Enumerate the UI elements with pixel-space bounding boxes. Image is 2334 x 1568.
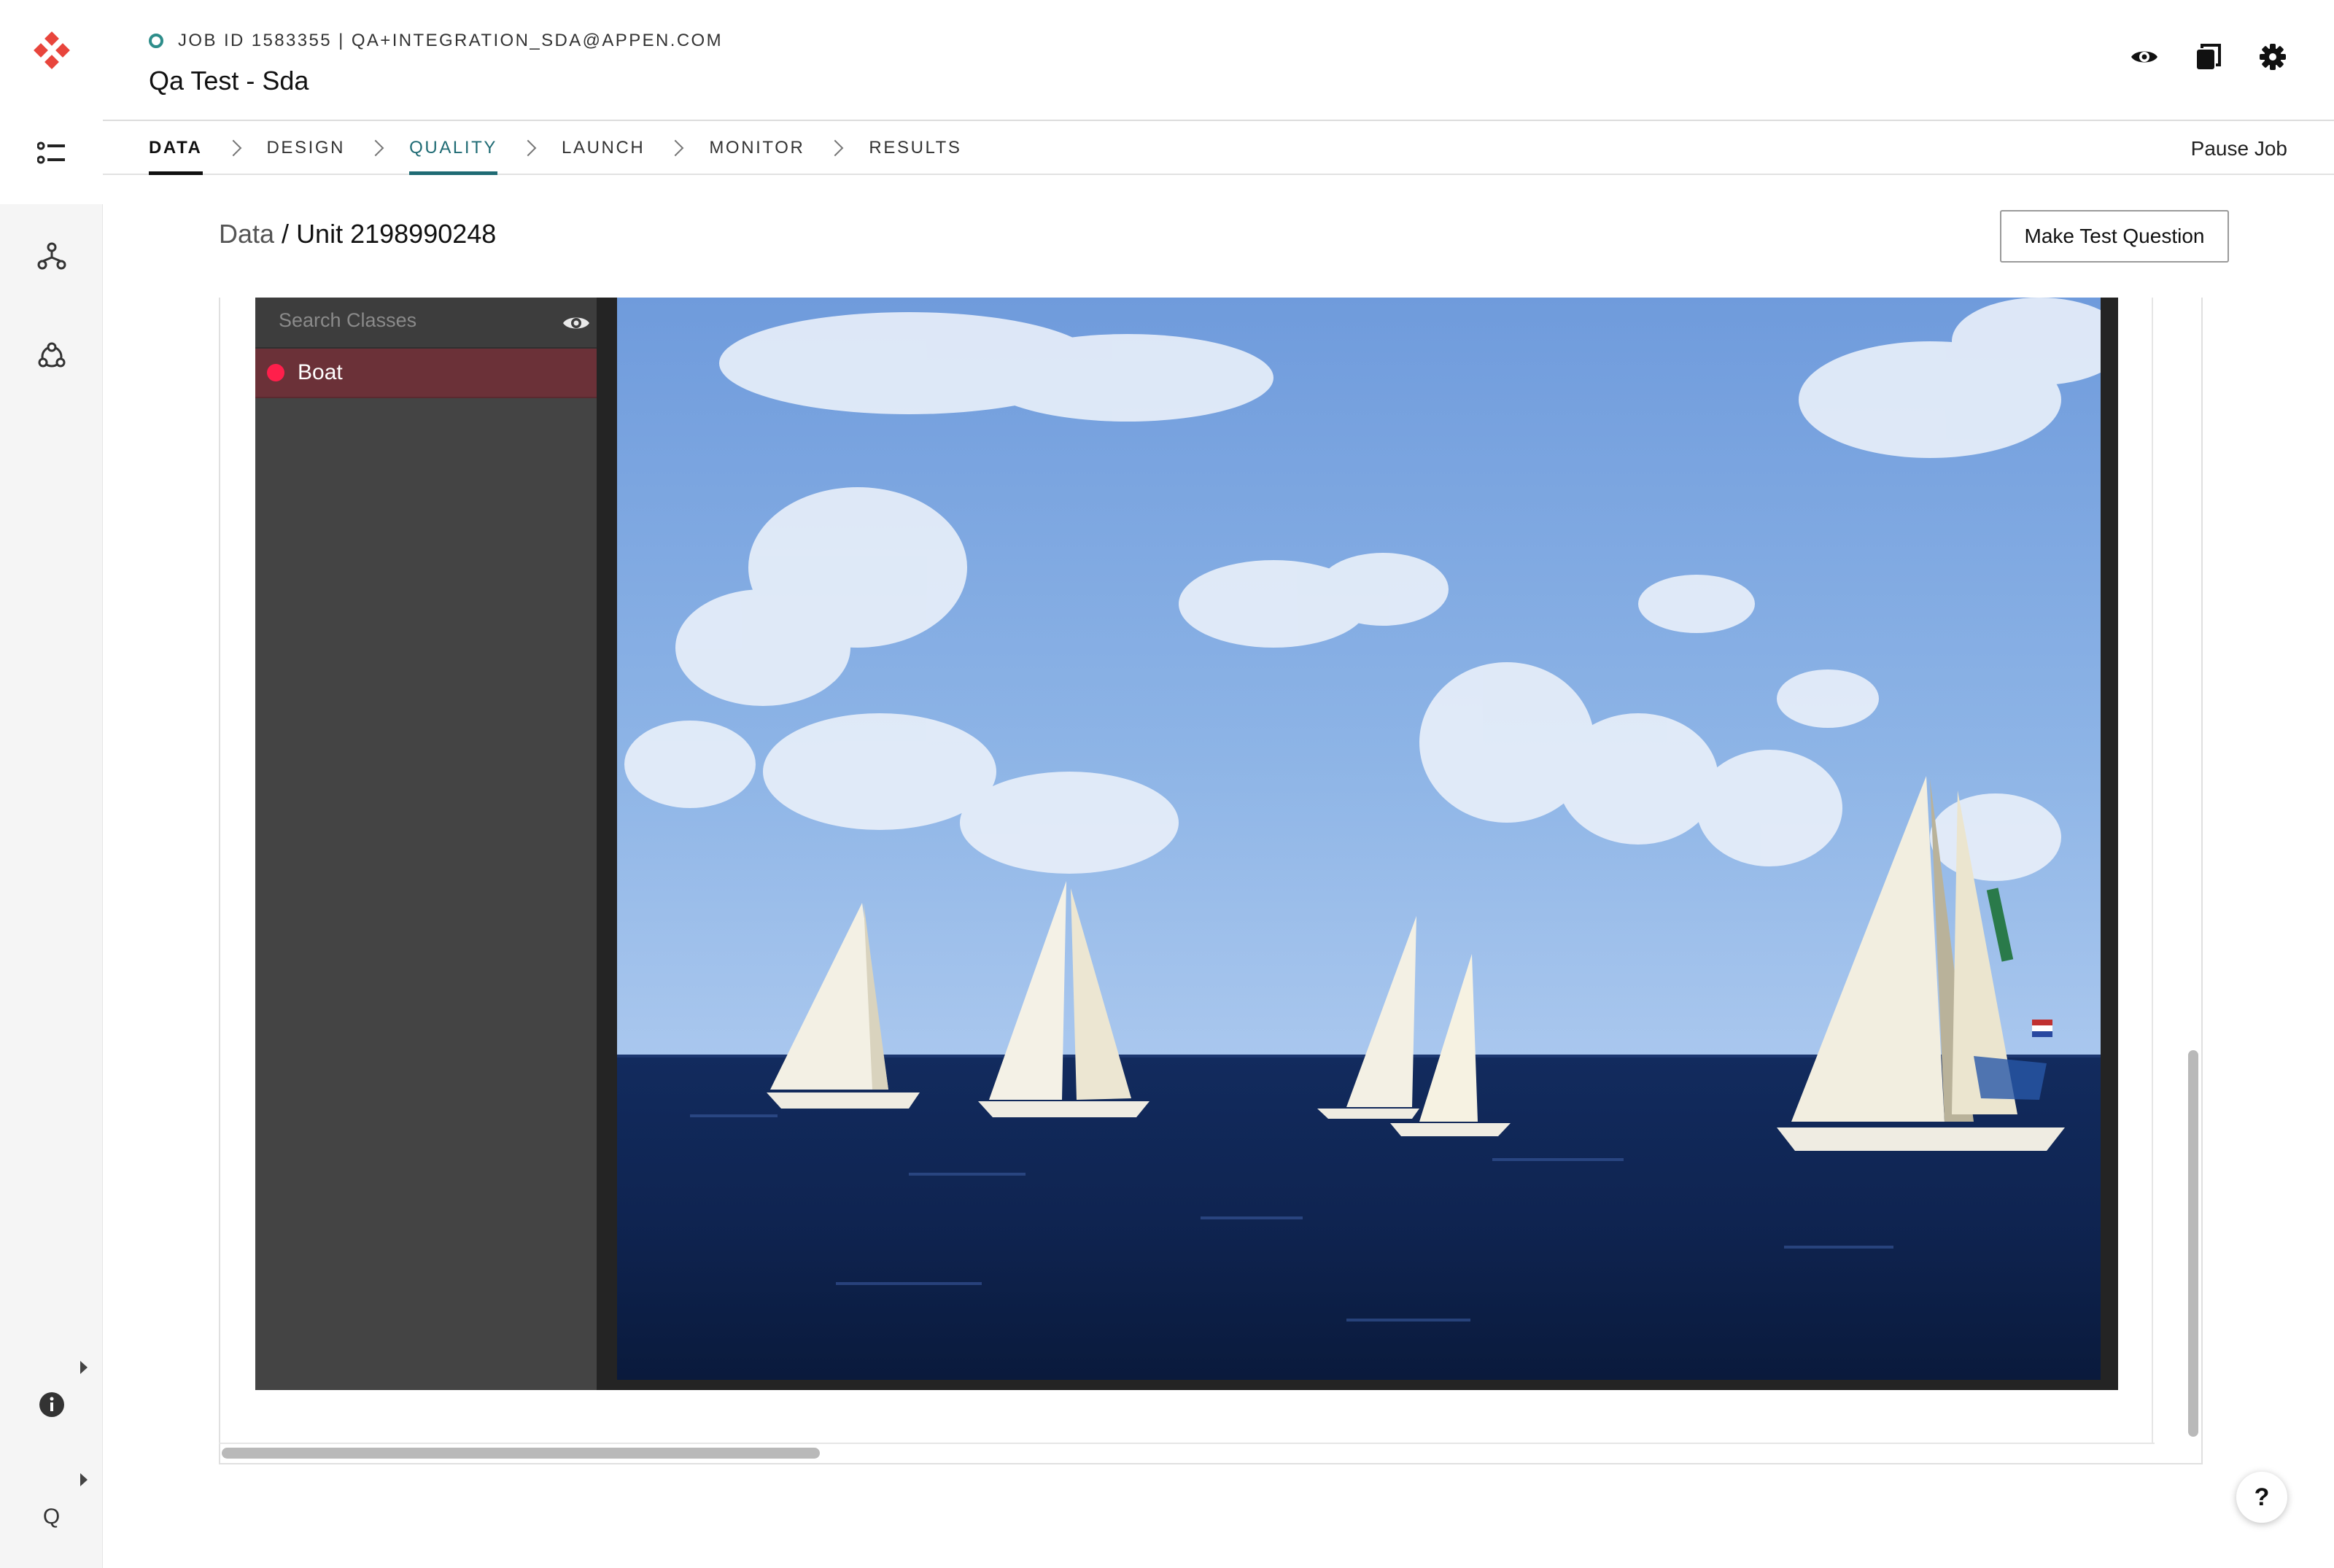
make-test-question-button[interactable]: Make Test Question xyxy=(2000,210,2229,263)
gear-icon[interactable] xyxy=(2258,42,2287,71)
tab-quality[interactable]: QUALITY xyxy=(409,121,498,175)
pause-job-button[interactable]: Pause Job xyxy=(2191,137,2287,160)
vertical-scroll-thumb[interactable] xyxy=(2188,1050,2198,1437)
tab-launch[interactable]: LAUNCH xyxy=(562,121,645,175)
class-label: Boat xyxy=(298,360,343,384)
tab-underline xyxy=(409,171,498,175)
copy-icon[interactable] xyxy=(2194,42,2223,71)
tab-underline xyxy=(149,171,203,175)
job-id-text: JOB ID 1583355 | QA+INTEGRATION_SDA@APPE… xyxy=(178,31,724,50)
breadcrumb-root[interactable]: Data xyxy=(219,219,274,249)
breadcrumb-current: Unit 2198990248 xyxy=(296,219,497,249)
tab-label: DATA xyxy=(149,138,203,158)
eye-icon[interactable] xyxy=(2130,42,2159,71)
eye-icon[interactable] xyxy=(562,309,591,341)
class-sidebar: Search Classes Boat xyxy=(255,298,597,1390)
appen-logo[interactable] xyxy=(0,0,103,102)
class-search[interactable]: Search Classes xyxy=(255,298,597,349)
job-steps-nav: DATA DESIGN QUALITY LAUNCH MONITOR RESUL… xyxy=(103,121,2334,175)
tab-label: LAUNCH xyxy=(562,138,645,158)
info-icon[interactable] xyxy=(0,1390,103,1419)
expand-caret-icon[interactable] xyxy=(80,1361,88,1374)
chevron-right-icon xyxy=(225,139,241,157)
chevron-right-icon xyxy=(519,139,537,157)
image-canvas[interactable] xyxy=(617,298,2101,1380)
tab-data[interactable]: DATA xyxy=(149,121,203,175)
search-classes-input[interactable]: Search Classes xyxy=(279,309,416,332)
tab-results[interactable]: RESULTS xyxy=(869,121,961,175)
expand-caret-icon[interactable] xyxy=(80,1473,88,1486)
chevron-right-icon xyxy=(367,139,384,157)
user-initial-label: Q xyxy=(42,1505,61,1529)
left-rail: Q xyxy=(0,0,103,1568)
tab-list: DATA DESIGN QUALITY LAUNCH MONITOR RESUL… xyxy=(149,121,962,175)
tab-label: DESIGN xyxy=(266,138,346,158)
status-indicator-icon xyxy=(149,34,163,48)
help-button[interactable]: ? xyxy=(2236,1472,2287,1523)
class-color-dot xyxy=(267,364,284,381)
tab-label: MONITOR xyxy=(709,138,805,158)
tab-monitor[interactable]: MONITOR xyxy=(709,121,805,175)
hub-icon[interactable] xyxy=(0,341,103,372)
app-root: Q JOB ID 1583355 | QA+INTEGRATION_SDA@AP… xyxy=(0,0,2334,1568)
tasks-list-icon xyxy=(0,139,103,168)
user-initial[interactable]: Q xyxy=(0,1499,103,1534)
header-actions xyxy=(2130,42,2287,71)
tab-label: RESULTS xyxy=(869,138,962,158)
job-id-line: JOB ID 1583355 | QA+INTEGRATION_SDA@APPE… xyxy=(149,31,723,51)
job-header: JOB ID 1583355 | QA+INTEGRATION_SDA@APPE… xyxy=(103,0,2334,121)
workflow-icon[interactable] xyxy=(0,241,103,271)
rail-item-jobs[interactable] xyxy=(0,102,103,204)
class-item-boat[interactable]: Boat xyxy=(255,349,597,398)
sailboats-photo xyxy=(617,298,2101,1380)
frame-divider xyxy=(2152,298,2153,1443)
appen-logo-icon xyxy=(0,25,103,76)
tab-design[interactable]: DESIGN xyxy=(267,121,346,175)
breadcrumb: Data / Unit 2198990248 xyxy=(219,219,496,249)
chevron-right-icon xyxy=(827,139,844,157)
horizontal-scroll-thumb[interactable] xyxy=(222,1448,820,1459)
chevron-right-icon xyxy=(667,139,684,157)
breadcrumb-separator: / xyxy=(274,219,297,249)
job-title: Qa Test - Sda xyxy=(149,66,309,96)
tab-label: QUALITY xyxy=(409,138,498,158)
annotation-tool: Search Classes Boat xyxy=(255,298,2118,1390)
